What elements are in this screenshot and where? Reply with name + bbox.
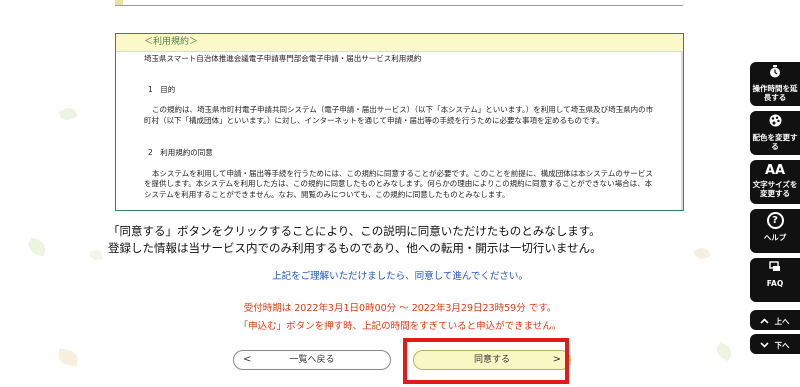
chevron-down-icon xyxy=(760,341,772,351)
scroll-down-label: 下へ xyxy=(774,341,790,350)
scroll-down-button[interactable]: 下へ xyxy=(750,334,800,354)
faq-icon xyxy=(750,261,800,277)
reception-period: 受付時期は 2022年3月1日0時00分 ～ 2022年3月29日23時59分 … xyxy=(243,303,557,314)
faq-button[interactable]: FAQ xyxy=(750,258,800,302)
proceed-notice: 上記をご理解いただけましたら、同意して進んでください。 xyxy=(272,271,528,282)
color-label: 配色を変更する xyxy=(752,133,798,151)
top-divider xyxy=(115,5,683,6)
help-button[interactable]: ? ヘルプ xyxy=(750,209,800,253)
scroll-up-label: 上へ xyxy=(774,317,790,326)
decorative-leaf xyxy=(89,249,103,261)
extend-time-button[interactable]: 操作時間を延長する xyxy=(750,62,800,106)
palette-icon xyxy=(750,114,800,131)
terms-box[interactable]: ＜利用規約＞ 埼玉県スマート自治体推進会議電子申請専門部会電子申請・届出サービス… xyxy=(115,33,684,211)
help-label: ヘルプ xyxy=(763,233,787,242)
chevron-right-icon: > xyxy=(552,354,561,365)
agree-label: 同意する xyxy=(473,355,510,365)
color-button[interactable]: 配色を変更する xyxy=(750,111,800,155)
decorative-leaf xyxy=(56,348,80,367)
decorative-leaf xyxy=(58,105,78,123)
extend-time-label: 操作時間を延長する xyxy=(752,84,798,102)
terms-scrollbar[interactable] xyxy=(681,51,683,210)
terms-title: 埼玉県スマート自治体推進会議電子申請専門部会電子申請・届出サービス利用規約 xyxy=(144,54,422,63)
section2-heading: 2 利用規約の同意 xyxy=(148,148,213,157)
agree-button[interactable]: 同意する > xyxy=(413,350,571,370)
deadline-warning: 「申込む」ボタンを押す時、上記の時間をすぎていると申込ができません。 xyxy=(238,321,562,332)
font-size-label: 文字サイズを変更する xyxy=(752,180,798,198)
decorative-leaf xyxy=(713,341,735,362)
font-size-icon: AA xyxy=(764,163,786,178)
terms-body: 埼玉県スマート自治体推進会議電子申請専門部会電子申請・届出サービス利用規約 1 … xyxy=(116,52,683,200)
consent-line-1: 「同意する」ボタンをクリックすることにより、この説明に同意いただけたものとみなし… xyxy=(108,224,601,238)
section1-text: この規約は、埼玉県市町村電子申請共同システム（電子申請・届出サービス）（以下「本… xyxy=(144,105,654,125)
timer-icon xyxy=(750,65,800,82)
chevron-up-icon xyxy=(760,317,772,327)
consent-text: 「同意する」ボタンをクリックすることにより、この説明に同意いただけたものとみなし… xyxy=(108,223,708,257)
decorative-leaf xyxy=(26,237,48,257)
back-to-list-label: 一覧へ戻る xyxy=(289,355,335,365)
font-size-button[interactable]: AA 文字サイズを変更する xyxy=(750,160,800,204)
consent-line-2: 登録した情報は当サービス内でのみ利用するものであり、他への転用・開示は一切行いま… xyxy=(108,241,602,255)
section2-text: 本システムを利用して申請・届出等手続を行うためには、この規約に同意することが必要… xyxy=(144,168,653,199)
faq-label: FAQ xyxy=(766,279,784,288)
scroll-up-button[interactable]: 上へ xyxy=(750,310,800,330)
back-to-list-button[interactable]: < 一覧へ戻る xyxy=(233,350,391,370)
section1-heading: 1 目的 xyxy=(148,84,176,94)
terms-header: ＜利用規約＞ xyxy=(116,34,683,52)
help-icon: ? xyxy=(750,212,800,231)
